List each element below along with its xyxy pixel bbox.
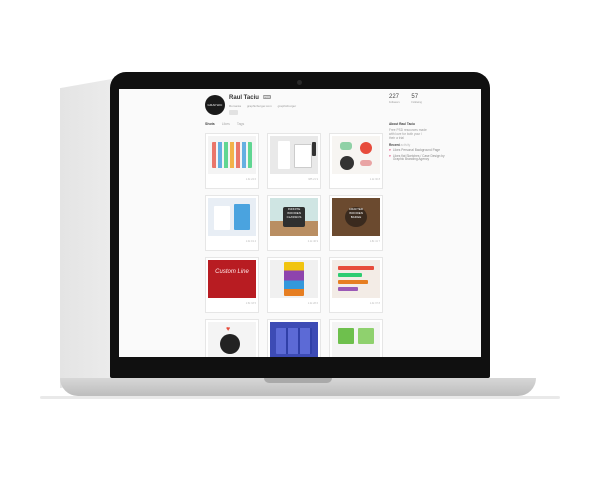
base-notch xyxy=(264,378,332,383)
green-tile xyxy=(358,328,374,344)
tab-tags[interactable]: Tags xyxy=(237,122,244,126)
shot-stats: 2.1k 46 9 xyxy=(307,240,318,243)
shot-thumbnail[interactable] xyxy=(332,260,380,298)
paper-sheet xyxy=(294,144,312,168)
shot-card[interactable]: 1.0k 19 4 xyxy=(205,195,259,251)
shot-card[interactable]: 1.4k 37 8 xyxy=(329,257,383,313)
tab-likes[interactable]: Likes xyxy=(222,122,230,126)
laptop-base xyxy=(60,378,536,396)
wooden-badge: CRAFTED WOODEN BADGE xyxy=(345,207,367,227)
shot-thumbnail[interactable] xyxy=(332,322,380,357)
profile-name-text: Raul Taciu xyxy=(229,95,259,101)
phone-screen xyxy=(284,262,304,296)
shot-thumbnail[interactable]: CRAFTED WOODEN BADGE xyxy=(332,198,380,236)
shot-thumbnail[interactable]: ♥ xyxy=(208,322,256,357)
shot-card[interactable] xyxy=(267,319,321,357)
tab-shots[interactable]: Shots xyxy=(205,122,215,126)
ui-bar xyxy=(338,266,374,270)
ui-bar xyxy=(338,280,368,284)
profile-name: Raul Taciu PRO xyxy=(229,95,272,101)
shot-thumbnail[interactable] xyxy=(332,136,380,174)
about-heading: About Raul Taciu xyxy=(389,122,415,126)
recent-item-text: Likes flat Sketches / Case Design by Gra… xyxy=(392,153,445,161)
shot-stats: 1.3k 24 6 xyxy=(245,178,256,181)
stat-value: 227 xyxy=(389,94,400,100)
blue-ui xyxy=(276,328,312,354)
recent-heading-text: Recent xyxy=(389,143,400,147)
shot-card[interactable]: CRAFTED WOODEN BADGE 1.8k 41 7 xyxy=(329,195,383,251)
shot-stats: 1.8k 41 7 xyxy=(369,240,380,243)
heart-icon: ♥ xyxy=(226,326,231,333)
mockup-card xyxy=(234,204,250,230)
twitter-link[interactable]: graphicburger xyxy=(278,104,297,108)
shot-card[interactable]: INFINITE WOODEN CLASSICS 2.1k 46 9 xyxy=(267,195,321,251)
shot-thumbnail[interactable]: Custom Line xyxy=(208,260,256,298)
recent-heading: Recent activity xyxy=(389,143,479,147)
bio-text: Free PSD resources made with love for bo… xyxy=(389,128,427,140)
shot-thumbnail[interactable] xyxy=(270,136,318,174)
profile-meta: Romania graphicburger.com graphicburger xyxy=(229,104,301,108)
love-graphic xyxy=(220,334,240,354)
retro-knob xyxy=(340,156,354,170)
shot-stats: 985 21 9 xyxy=(308,178,318,181)
heart-icon: ♥ xyxy=(389,148,391,152)
stat-following[interactable]: 57 Following xyxy=(411,94,422,104)
wooden-sign: INFINITE WOODEN CLASSICS xyxy=(283,207,305,227)
shot-stats: 1.1k 30 8 xyxy=(369,178,380,181)
mockup-card xyxy=(214,206,230,230)
profile-tabs: Shots Likes Tags xyxy=(205,122,250,126)
website-link[interactable]: graphicburger.com xyxy=(247,104,272,108)
profile-page: GRAPHIC BURGER Raul Taciu PRO Romania gr… xyxy=(205,89,481,357)
shot-stats: 1.2k 28 6 xyxy=(307,302,318,305)
shot-card[interactable]: ♥ xyxy=(205,319,259,357)
profile-sidebar: About Raul Taciu Free PSD resources made… xyxy=(389,122,479,162)
shot-thumbnail[interactable]: INFINITE WOODEN CLASSICS xyxy=(270,198,318,236)
follow-button[interactable] xyxy=(229,110,238,115)
shot-thumbnail[interactable] xyxy=(208,198,256,236)
avatar[interactable]: GRAPHIC BURGER xyxy=(205,95,225,127)
shot-stats: 1.0k 19 4 xyxy=(245,240,256,243)
stat-label: Followers xyxy=(389,101,400,104)
paper-sheet xyxy=(278,141,290,169)
shot-card[interactable]: 1.3k 24 6 xyxy=(205,133,259,189)
recent-item[interactable]: ♥ Likes Personal Background Page xyxy=(389,148,449,153)
shot-thumbnail[interactable] xyxy=(270,322,318,357)
retro-tag xyxy=(360,160,372,166)
recent-item[interactable]: ♥ Likes flat Sketches / Case Design by G… xyxy=(389,153,449,162)
shot-card[interactable]: 1.2k 28 6 xyxy=(267,257,321,313)
stat-followers[interactable]: 227 Followers xyxy=(389,94,400,104)
retro-bubble xyxy=(340,142,352,150)
laptop-lid: GRAPHIC BURGER Raul Taciu PRO Romania gr… xyxy=(110,72,490,378)
location-text: Romania xyxy=(229,104,242,108)
camera-icon xyxy=(297,80,302,85)
recent-item-text: Likes Personal Background Page xyxy=(392,148,441,152)
recent-link[interactable]: activity xyxy=(401,143,411,147)
shot-stats: 1.4k 37 8 xyxy=(369,302,380,305)
retro-bell xyxy=(360,142,372,154)
laptop-foot-shadow xyxy=(40,396,560,399)
icon-grid xyxy=(212,142,252,168)
shot-thumbnail[interactable] xyxy=(270,260,318,298)
ui-bar xyxy=(338,287,358,291)
profile-stats: 227 Followers 57 Following xyxy=(389,94,432,105)
shot-card[interactable]: Custom Line 1.5k 33 5 xyxy=(205,257,259,313)
stat-value: 57 xyxy=(411,94,419,100)
stat-label: Following xyxy=(411,101,422,104)
shot-card[interactable]: 985 21 9 xyxy=(267,133,321,189)
shot-thumbnail[interactable] xyxy=(208,136,256,174)
heart-icon: ♥ xyxy=(389,153,391,158)
pro-badge: PRO xyxy=(262,95,272,100)
laptop-screen: GRAPHIC BURGER Raul Taciu PRO Romania gr… xyxy=(119,89,481,357)
pen xyxy=(312,142,316,156)
shot-card[interactable]: 1.1k 30 8 xyxy=(329,133,383,189)
shot-card[interactable] xyxy=(329,319,383,357)
green-tile xyxy=(338,328,354,344)
ui-bar xyxy=(338,273,362,277)
shot-stats: 1.5k 33 5 xyxy=(245,302,256,305)
custom-line-logo: Custom Line xyxy=(215,269,249,275)
